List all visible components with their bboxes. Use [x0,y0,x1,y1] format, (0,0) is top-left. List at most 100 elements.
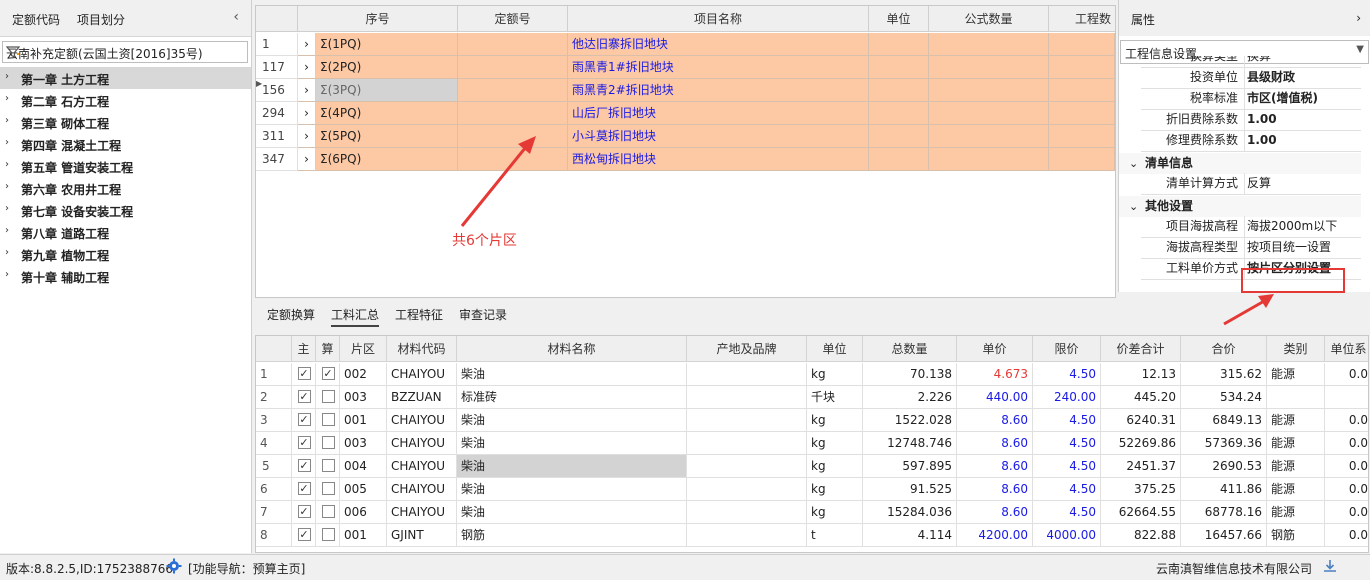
gear-icon[interactable] [166,558,182,577]
material-cell[interactable]: 8.60 [957,478,1033,501]
material-cell[interactable]: 68778.16 [1181,501,1267,524]
material-cell[interactable]: 52269.86 [1101,432,1181,455]
material-col-header[interactable]: 类别 [1267,336,1325,362]
material-cell[interactable]: 柴油 [457,432,687,455]
property-row[interactable]: 投资单位 县级财政 [1141,67,1361,89]
material-cell[interactable]: 4.50 [1033,501,1101,524]
material-cell[interactable]: t [807,524,863,547]
material-cell[interactable]: BZZUAN [387,386,457,409]
col-quota-no[interactable]: 定额号 [458,6,568,32]
seq-cell[interactable]: Σ(1PQ) [316,33,458,56]
material-cell[interactable]: 4.50 [1033,432,1101,455]
material-cell[interactable]: 能源 [1267,432,1325,455]
expand-icon[interactable]: › [298,102,316,125]
material-cell[interactable]: 4.50 [1033,455,1101,478]
material-cell[interactable]: 315.62 [1181,363,1267,386]
main-checkbox[interactable]: ✓ [292,432,316,455]
chapter-item[interactable]: › 第八章 道路工程 [0,221,251,243]
material-cell[interactable]: 钢筋 [1267,524,1325,547]
unit-cell[interactable] [869,79,929,102]
checkbox[interactable] [321,528,335,541]
material-row[interactable]: 2 ✓ 003 BZZUAN 标准砖 千块 2.226 440.00 240.00 445.20 5… [256,386,1368,409]
property-row[interactable]: 海拔高程类型 按项目统一设置 [1141,237,1361,259]
material-cell[interactable]: 6240.31 [1101,409,1181,432]
material-cell[interactable]: 8.60 [957,409,1033,432]
material-cell[interactable]: kg [807,409,863,432]
main-checkbox[interactable]: ✓ [292,409,316,432]
chevron-right-icon[interactable]: › [5,181,9,192]
chevron-right-icon[interactable]: › [5,115,9,126]
chevron-right-icon[interactable]: › [5,247,9,258]
project-row[interactable]: 1 › Σ(1PQ) 他达旧寨拆旧地块 [256,33,1115,56]
expand-icon[interactable]: › [298,56,316,79]
material-cell[interactable]: 2451.37 [1101,455,1181,478]
material-cell[interactable]: 4.673 [957,363,1033,386]
material-col-header[interactable]: 单位 [807,336,863,362]
material-cell[interactable]: 钢筋 [457,524,687,547]
expand-icon[interactable]: › [298,125,316,148]
calc-checkbox[interactable] [316,432,340,455]
material-cell[interactable]: 柴油 [457,455,687,478]
checkbox[interactable]: ✓ [297,528,311,541]
material-cell[interactable]: 003 [340,386,387,409]
material-cell[interactable]: 柴油 [457,501,687,524]
material-cell[interactable] [687,409,807,432]
material-col-header[interactable]: 主 [292,336,316,362]
unit-cell[interactable] [869,125,929,148]
property-value[interactable]: 市区(增值税) [1247,88,1318,109]
checkbox[interactable]: ✓ [297,505,311,518]
material-row[interactable]: 6 ✓ 005 CHAIYOU 柴油 kg 91.525 8.60 4.50 375.25 411.… [256,478,1368,501]
expand-icon[interactable]: › [298,79,316,102]
chapter-item[interactable]: › 第九章 植物工程 [0,243,251,265]
material-col-header[interactable]: 合价 [1181,336,1267,362]
tab-quota-conversion[interactable]: 定额换算 [267,306,315,323]
formula-qty-cell[interactable] [929,102,1049,125]
work-qty-cell[interactable] [1049,56,1115,79]
material-col-header[interactable]: 产地及品牌 [687,336,807,362]
material-cell[interactable]: 能源 [1267,455,1325,478]
chapter-item[interactable]: › 第四章 混凝土工程 [0,133,251,155]
project-row[interactable]: 117 › Σ(2PQ) 雨黑青1#拆旧地块 [256,56,1115,79]
material-col-header[interactable]: 价差合计 [1101,336,1181,362]
material-cell[interactable]: 440.00 [957,386,1033,409]
material-cell[interactable]: 6849.13 [1181,409,1267,432]
project-name-cell[interactable]: 他达旧寨拆旧地块 [568,33,869,56]
seq-cell[interactable]: Σ(4PQ) [316,102,458,125]
property-row[interactable]: 项目海拔高程 海拔2000m以下 [1141,216,1361,238]
property-value[interactable]: 按项目统一设置 [1247,237,1331,258]
work-qty-cell[interactable] [1049,33,1115,56]
material-cell[interactable]: 240.00 [1033,386,1101,409]
chevron-right-icon[interactable]: › [5,159,9,170]
material-col-header[interactable] [256,336,292,362]
material-cell[interactable]: 411.86 [1181,478,1267,501]
material-cell[interactable]: 0.0 [1325,501,1368,524]
col-seq[interactable]: 序号 [298,6,458,32]
expand-icon[interactable]: › [298,33,316,56]
tab-project-division[interactable]: 项目划分 [77,11,125,28]
quota-source-select[interactable]: 云南补充定额(云国土资[2016]35号) [2,41,248,63]
material-cell[interactable]: 4000.00 [1033,524,1101,547]
filter-icon[interactable] [5,45,244,62]
collapse-left-icon[interactable]: ‹ [233,9,239,25]
material-cell[interactable]: 001 [340,524,387,547]
material-cell[interactable]: CHAIYOU [387,478,457,501]
material-cell[interactable]: 0.0 [1325,432,1368,455]
material-cell[interactable]: 2.226 [863,386,957,409]
material-cell[interactable]: 91.525 [863,478,957,501]
download-icon[interactable] [1322,558,1338,577]
chapter-item[interactable]: › 第三章 砌体工程 [0,111,251,133]
chevron-right-icon[interactable]: › [5,93,9,104]
material-cell[interactable]: 8.60 [957,455,1033,478]
calc-checkbox[interactable] [316,478,340,501]
material-cell[interactable]: GJINT [387,524,457,547]
material-cell[interactable] [687,455,807,478]
chapter-item[interactable]: › 第六章 农用井工程 [0,177,251,199]
material-cell[interactable]: 柴油 [457,363,687,386]
checkbox[interactable] [321,482,335,495]
material-cell[interactable]: 柴油 [457,478,687,501]
material-cell[interactable] [687,432,807,455]
material-cell[interactable]: 57369.36 [1181,432,1267,455]
material-row[interactable]: 5 ✓ 004 CHAIYOU 柴油 kg 597.895 8.60 4.50 2451.37 26… [256,455,1368,478]
material-cell[interactable]: 006 [340,501,387,524]
project-row[interactable]: 347 › Σ(6PQ) 西松甸拆旧地块 [256,148,1115,171]
